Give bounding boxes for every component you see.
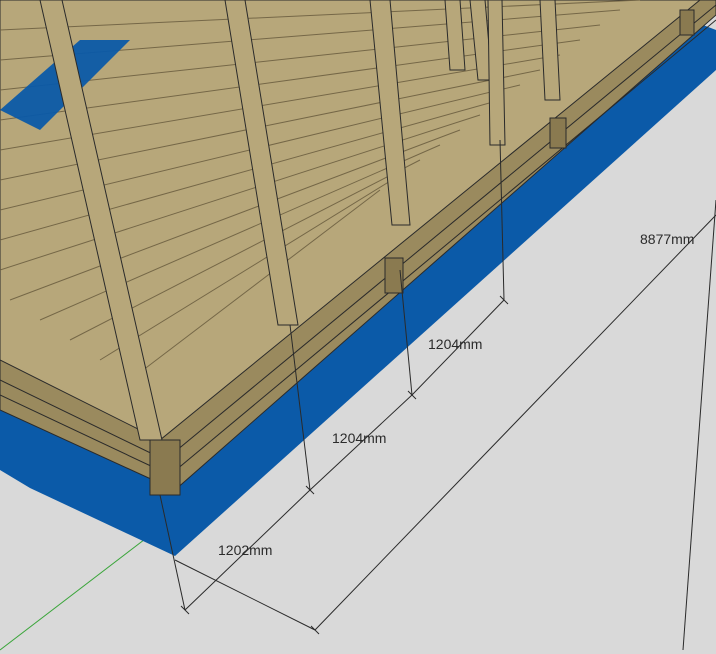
dimension-label-total: 8877mm	[640, 231, 694, 247]
dimension-label-segment-3: 1202mm	[218, 542, 272, 558]
modeling-viewport[interactable]: 8877mm 1204mm 1204mm 1202mm	[0, 0, 716, 654]
dimension-label-segment-2: 1204mm	[332, 430, 386, 446]
dimension-label-segment-1: 1204mm	[428, 336, 482, 352]
